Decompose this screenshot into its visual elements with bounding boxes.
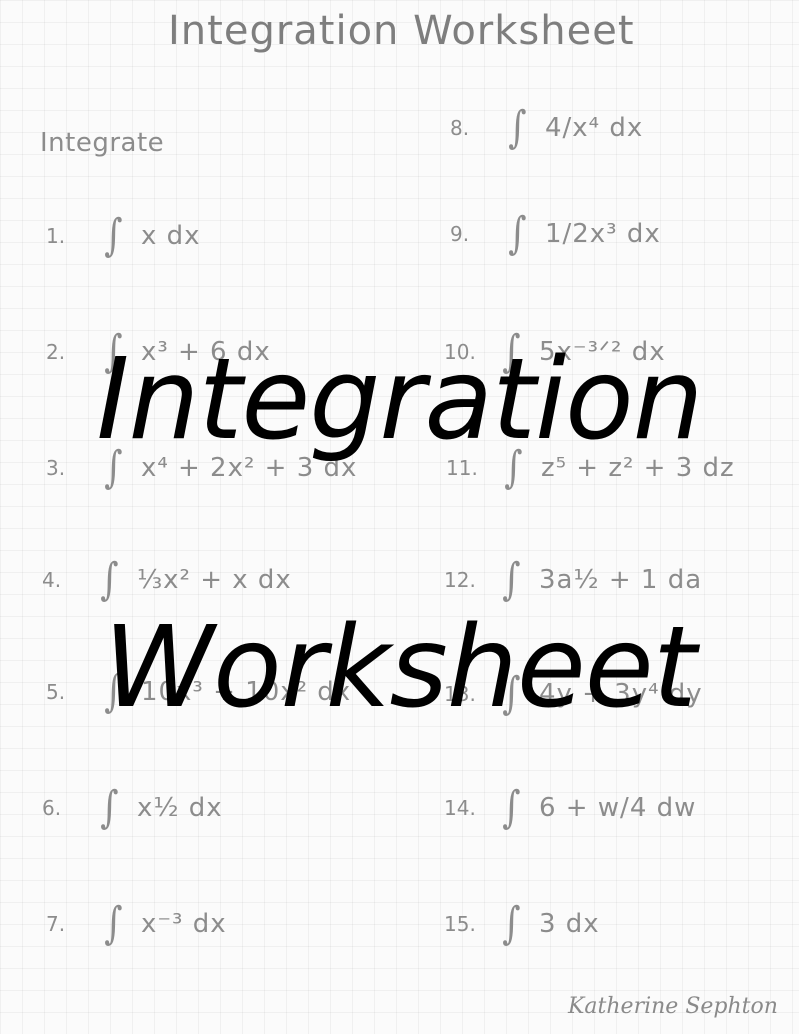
integral-symbol: ∫ [100,782,119,833]
problem-number: 15. [444,911,476,936]
problem-number: 12. [444,567,476,592]
problem-1: 1. ∫ x dx [46,210,200,261]
integral-symbol: ∫ [100,554,119,605]
integral-symbol: ∫ [502,554,521,605]
problem-expression: x½ dx [136,792,223,823]
overlay-title-line-1: Integration [96,335,703,465]
problem-number: 6. [42,795,62,820]
problem-7: 7. ∫ x⁻³ dx [46,898,227,949]
integral-symbol: ∫ [508,208,527,259]
problem-15: 15. ∫ 3 dx [444,898,600,949]
problem-8: 8. ∫ 4/x⁴ dx [450,102,643,153]
problem-expression: 3 dx [538,908,600,939]
problem-number: 1. [46,223,66,248]
problem-expression: 3a½ + 1 da [538,564,703,595]
problem-number: 8. [450,115,470,140]
problem-expression: 4/x⁴ dx [544,112,644,143]
problem-expression: 1/2x³ dx [544,218,661,249]
instruction-label: Integrate [40,128,165,158]
author-signature: Katherine Sephton [568,994,778,1019]
problem-expression: x dx [140,220,201,251]
problem-4: 4. ∫ ⅓x² + x dx [42,554,292,605]
problem-expression: ⅓x² + x dx [136,564,292,595]
problem-12: 12. ∫ 3a½ + 1 da [444,554,702,605]
integral-symbol: ∫ [104,898,123,949]
problem-number: 9. [450,221,470,246]
integral-symbol: ∫ [502,898,521,949]
problem-9: 9. ∫ 1/2x³ dx [450,208,661,259]
problem-number: 14. [444,795,476,820]
integral-symbol: ∫ [508,102,527,153]
problem-number: 4. [42,567,62,592]
problem-expression: 6 + w/4 dw [538,792,697,823]
worksheet-page: Integration Worksheet Integrate 1. ∫ x d… [0,0,799,1034]
problem-number: 3. [46,455,66,480]
problem-number: 7. [46,911,66,936]
problem-expression: x⁻³ dx [140,908,227,939]
overlay-title-line-2: Worksheet [103,603,696,733]
problem-14: 14. ∫ 6 + w/4 dw [444,782,696,833]
integral-symbol: ∫ [104,210,123,261]
handwritten-title: Integration Worksheet [168,8,635,54]
problem-6: 6. ∫ x½ dx [42,782,223,833]
integral-symbol: ∫ [502,782,521,833]
